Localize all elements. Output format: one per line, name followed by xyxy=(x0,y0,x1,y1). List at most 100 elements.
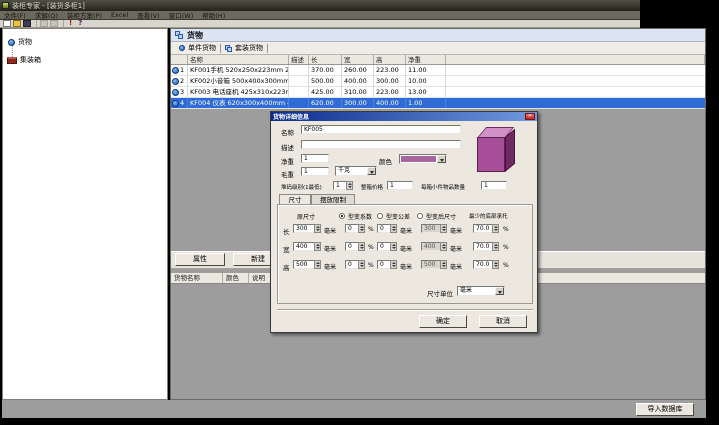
print-preview-icon[interactable] xyxy=(40,20,48,27)
deform-coef-radio[interactable] xyxy=(339,213,345,219)
mm-unit-label: 毫米 xyxy=(400,244,412,253)
menu-file[interactable]: 文件(F) xyxy=(4,10,26,20)
menu-excel[interactable]: Excel xyxy=(111,11,128,19)
desc-field[interactable] xyxy=(301,140,461,149)
cell-name: KF004 仪表 620x300x400mm 40个装 xyxy=(188,98,289,108)
menu-solve[interactable]: 求解(Q) xyxy=(35,10,58,20)
menu-window[interactable]: 窗口(W) xyxy=(169,10,194,20)
table-row[interactable]: 2 KF002小音箱 500x400x300mm-12个装 500.00 400… xyxy=(171,76,705,87)
properties-button[interactable]: 属性 xyxy=(175,253,225,266)
help-icon[interactable]: ? xyxy=(76,20,84,27)
value: 400 xyxy=(296,243,307,250)
size-unit-dropdown[interactable]: 毫米 xyxy=(457,286,505,296)
menu-help[interactable]: 帮助(H) xyxy=(202,10,225,20)
deform-after-header: 型变后尺寸 xyxy=(426,212,456,221)
spinner-buttons[interactable] xyxy=(390,242,397,251)
bottom-strip xyxy=(0,418,719,425)
mm-unit-label: 毫米 xyxy=(400,262,412,271)
col-cargo-name[interactable]: 货物名称 xyxy=(171,273,223,283)
spinner-buttons[interactable] xyxy=(346,181,353,190)
table-row-selected[interactable]: 4 KF004 仪表 620x300x400mm 40个装 620.00 300… xyxy=(171,98,705,109)
cell-height: 400.00 xyxy=(374,98,406,108)
chevron-down-icon[interactable] xyxy=(437,155,446,163)
width-row-label: 宽 xyxy=(283,244,290,254)
new-file-icon[interactable] xyxy=(3,20,11,27)
spinner-buttons[interactable] xyxy=(390,224,397,233)
tab-single-cargo[interactable]: 单件货物 xyxy=(175,43,220,53)
length-tol-stepper[interactable]: 0 xyxy=(377,224,397,233)
cell-desc xyxy=(289,98,309,108)
percent-label: % xyxy=(503,262,509,269)
table-row[interactable]: 3 KF003 电话座机 425x310x223mm 20个装 425.00 3… xyxy=(171,87,705,98)
width-tol-stepper[interactable]: 0 xyxy=(377,242,397,251)
menu-view[interactable]: 查看(V) xyxy=(137,10,160,20)
weight-unit-dropdown[interactable]: 千克 xyxy=(335,166,377,176)
length-coef-stepper[interactable]: 0 xyxy=(345,224,365,233)
cancel-button[interactable]: 取消 xyxy=(479,315,527,328)
chevron-down-icon[interactable] xyxy=(495,287,504,295)
mm-unit-label: 毫米 xyxy=(450,262,462,271)
col-num[interactable] xyxy=(171,55,188,64)
cell-desc xyxy=(289,76,309,86)
table-row[interactable]: 1 KF001手机 520x250x223mm 24个装 370.00 260.… xyxy=(171,65,705,76)
col-height[interactable]: 高 xyxy=(374,55,406,64)
color-dropdown[interactable] xyxy=(399,154,447,164)
spinner-buttons[interactable] xyxy=(390,260,397,269)
box-price-field[interactable]: 1 xyxy=(387,181,413,190)
spinner-buttons[interactable] xyxy=(314,242,321,251)
deform-tol-radio[interactable] xyxy=(377,213,383,219)
length-support-stepper[interactable]: 70.0 xyxy=(473,224,499,233)
width-support-stepper[interactable]: 70.0 xyxy=(473,242,499,251)
spinner-buttons[interactable] xyxy=(358,260,365,269)
solve-icon[interactable]: ! xyxy=(67,20,74,27)
net-weight-field[interactable]: 1 xyxy=(301,154,329,163)
width-orig-stepper[interactable]: 400 xyxy=(293,242,321,251)
height-tol-stepper[interactable]: 0 xyxy=(377,260,397,269)
cell-width: 400.00 xyxy=(342,76,374,86)
col-desc[interactable]: 描述 xyxy=(289,55,309,64)
save-icon[interactable] xyxy=(23,20,31,27)
height-coef-stepper[interactable]: 0 xyxy=(345,260,365,269)
ok-button[interactable]: 确定 xyxy=(419,315,467,328)
print-icon[interactable] xyxy=(50,20,58,27)
open-file-icon[interactable] xyxy=(13,20,21,27)
spinner-buttons[interactable] xyxy=(492,260,499,269)
tree-item-cargo[interactable]: 货物 xyxy=(8,37,32,47)
tab-set-cargo[interactable]: 套装货物 xyxy=(221,43,267,53)
items-per-box-field[interactable]: 1 xyxy=(481,181,507,190)
spinner-buttons[interactable] xyxy=(314,224,321,233)
deform-after-radio[interactable] xyxy=(417,213,423,219)
cell-length: 370.00 xyxy=(309,65,342,75)
cell-height: 223.00 xyxy=(374,87,406,97)
import-database-button[interactable]: 导入数据库 xyxy=(636,403,694,416)
spinner-buttons[interactable] xyxy=(492,224,499,233)
spinner-buttons[interactable] xyxy=(358,224,365,233)
table-header-row: 名称 描述 长 宽 高 净重 xyxy=(171,55,705,65)
chevron-down-icon[interactable] xyxy=(367,167,376,175)
menu-plan[interactable]: 装柜方案(P) xyxy=(67,10,102,20)
cube-side-face xyxy=(505,129,515,172)
tree-item-container[interactable]: 集装箱 xyxy=(7,55,41,65)
name-field[interactable]: KF005 xyxy=(301,125,461,134)
width-coef-stepper[interactable]: 0 xyxy=(345,242,365,251)
col-color[interactable]: 颜色 xyxy=(223,273,249,283)
spinner-buttons[interactable] xyxy=(358,242,365,251)
height-support-stepper[interactable]: 70.0 xyxy=(473,260,499,269)
length-orig-stepper[interactable]: 300 xyxy=(293,224,321,233)
value: 0 xyxy=(380,261,384,268)
col-width[interactable]: 宽 xyxy=(342,55,374,64)
col-length[interactable]: 长 xyxy=(309,55,342,64)
height-orig-stepper[interactable]: 500 xyxy=(293,260,321,269)
dialog-title-bar[interactable]: 货物详细信息 ✕ xyxy=(271,112,537,121)
close-icon[interactable]: ✕ xyxy=(525,113,535,120)
desc-label: 描述 xyxy=(281,142,294,152)
gross-weight-field[interactable]: 1 xyxy=(301,167,329,176)
col-netweight[interactable]: 净重 xyxy=(406,55,446,64)
spinner-buttons[interactable] xyxy=(314,260,321,269)
spinner-buttons[interactable] xyxy=(492,242,499,251)
mm-unit-label: 毫米 xyxy=(324,226,336,235)
mm-unit-label: 毫米 xyxy=(324,244,336,253)
value: 300 xyxy=(424,225,435,232)
col-name[interactable]: 名称 xyxy=(188,55,289,64)
stack-level-stepper[interactable]: 1 xyxy=(333,181,353,190)
